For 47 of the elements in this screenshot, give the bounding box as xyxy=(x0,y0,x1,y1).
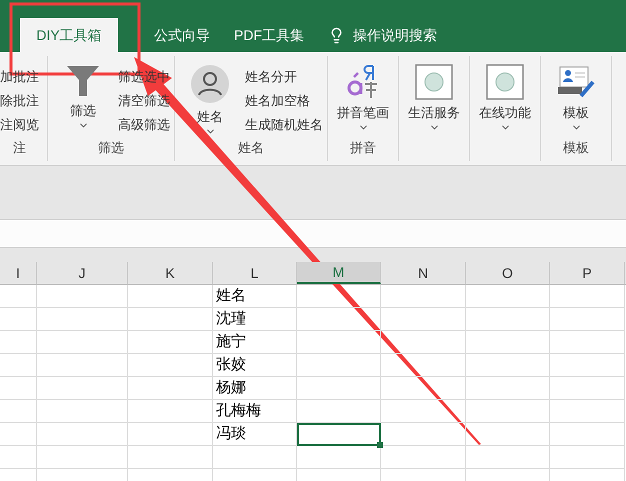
table-cell xyxy=(0,446,37,469)
table-cell xyxy=(0,308,37,331)
group-label: 拼音 xyxy=(349,138,377,156)
search-label[interactable]: 操作说明搜索 xyxy=(353,24,437,46)
ribbon-tab[interactable]: PDF工具集 xyxy=(222,18,316,52)
ribbon-menu-item[interactable]: 生成随机姓名 xyxy=(245,116,323,134)
active-cell[interactable] xyxy=(297,423,381,446)
ribbon-button[interactable]: 生活服务 xyxy=(403,60,465,133)
ribbon-menu-item[interactable]: 姓名加空格 xyxy=(245,92,323,110)
ribbon-menu-item[interactable]: 注阅览 xyxy=(0,116,39,134)
table-cell: 孔梅梅 xyxy=(213,400,297,423)
table-cell: 施宁 xyxy=(213,331,297,354)
table-cell xyxy=(0,400,37,423)
ribbon-tab[interactable]: DIY工具箱 xyxy=(20,18,118,52)
group-label: 姓名 xyxy=(237,138,265,156)
table-cell xyxy=(0,423,37,446)
group-label: 模板 xyxy=(562,138,590,156)
column-header[interactable]: I xyxy=(0,262,37,284)
ribbon-button[interactable]: 拼音笔画 xyxy=(332,60,394,133)
funnel-icon xyxy=(65,64,101,98)
column-header[interactable]: K xyxy=(128,262,213,284)
table-cell: 杨娜 xyxy=(213,377,297,400)
table-cell xyxy=(0,331,37,354)
ribbon-menu-item[interactable]: 除批注 xyxy=(0,92,39,110)
group-label: 筛选 xyxy=(97,138,125,156)
fill-handle[interactable] xyxy=(377,442,383,448)
group-label: 注 xyxy=(12,138,27,156)
person-icon xyxy=(190,64,230,104)
column-header[interactable]: P xyxy=(550,262,625,284)
ribbon-menu-item[interactable]: 高级筛选 xyxy=(118,116,170,134)
column-header[interactable]: M xyxy=(297,262,381,284)
column-header[interactable]: O xyxy=(466,262,550,284)
ribbon-button[interactable]: 模板 xyxy=(545,60,607,133)
column-header[interactable]: J xyxy=(37,262,128,284)
ribbon-tab[interactable]: 公式向导 xyxy=(142,18,222,52)
ribbon-button[interactable]: 筛选 xyxy=(52,60,114,134)
table-cell: 冯琰 xyxy=(213,423,297,446)
table-cell xyxy=(0,354,37,377)
table-cell xyxy=(0,377,37,400)
template-icon xyxy=(557,64,595,100)
table-cell: 姓名 xyxy=(213,285,297,308)
table-cell: 沈瑾 xyxy=(213,308,297,331)
ribbon-menu-item[interactable]: 姓名分开 xyxy=(245,68,323,86)
ribbon-button[interactable]: 姓名 xyxy=(179,60,241,137)
column-header[interactable]: N xyxy=(381,262,466,284)
ribbon-button[interactable]: 在线功能 xyxy=(474,60,536,133)
table-cell: 张姣 xyxy=(213,354,297,377)
